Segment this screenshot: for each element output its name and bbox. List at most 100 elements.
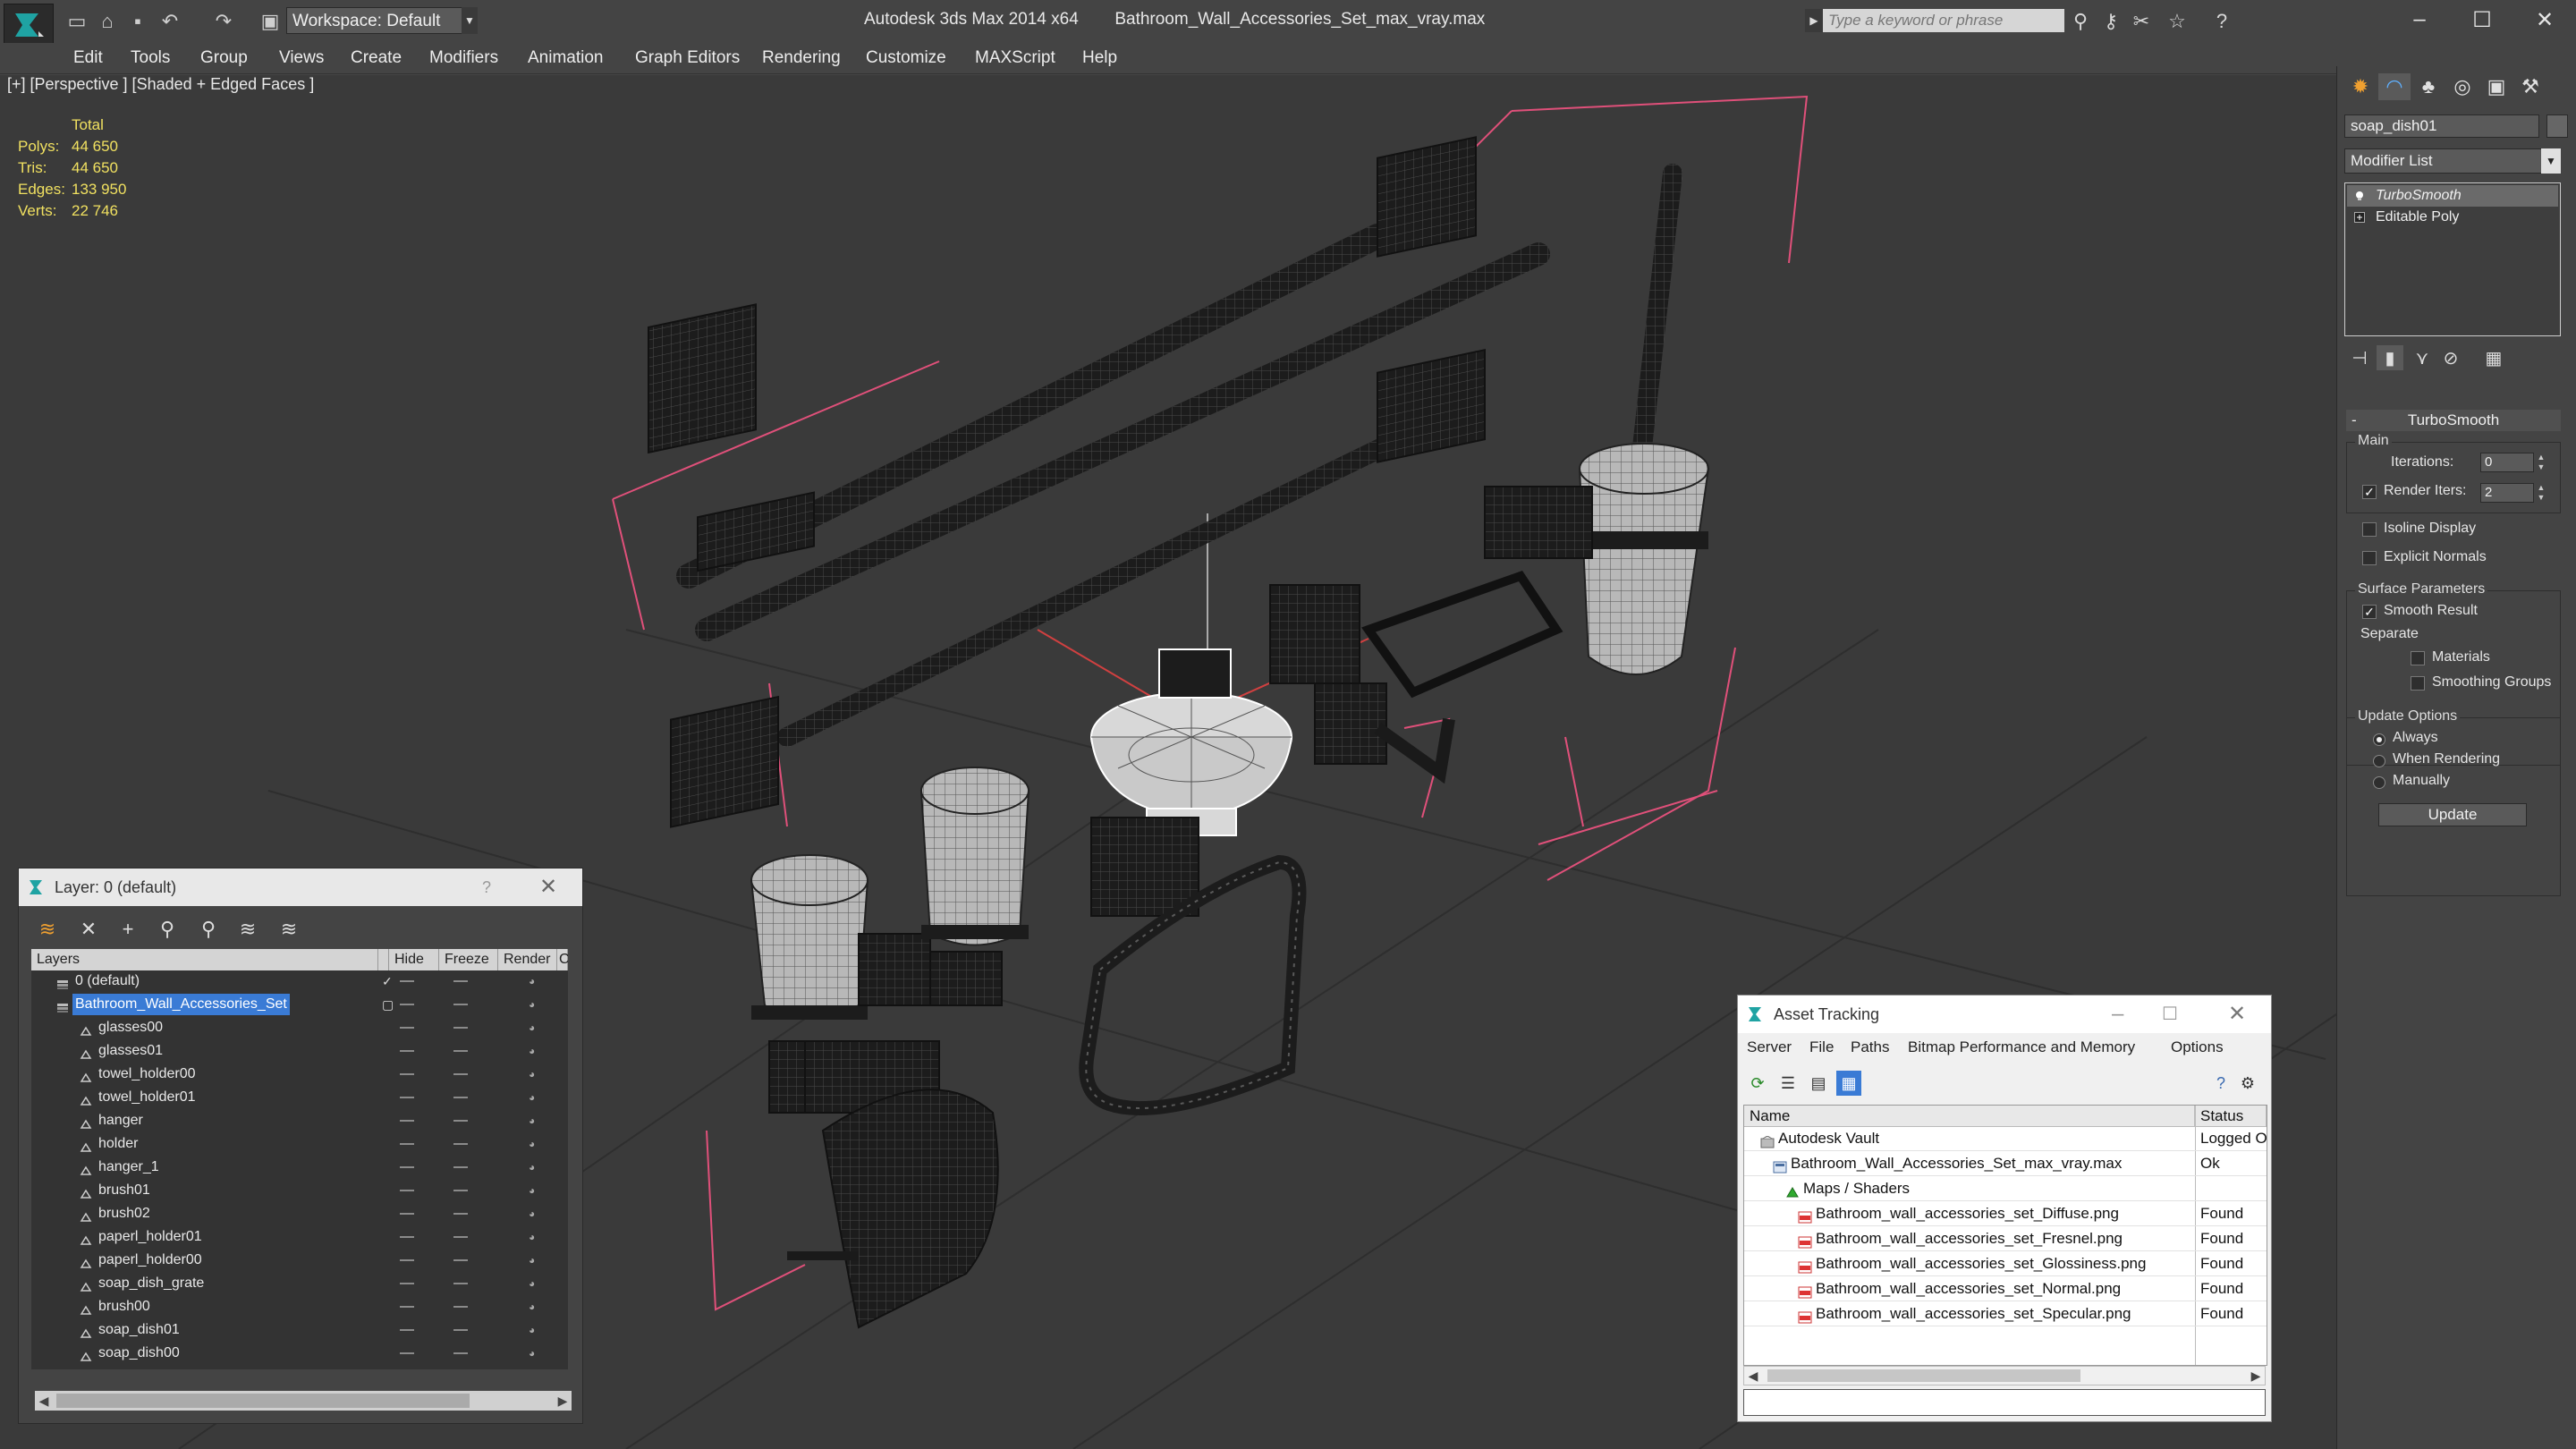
scroll-thumb[interactable] [1767,1369,2080,1382]
asset-row[interactable]: Bathroom_wall_accessories_set_Glossiness… [1744,1252,2267,1276]
current-layer-check-icon[interactable]: ✓ [382,970,393,992]
utilities-tab-icon[interactable]: ⚒ [2514,73,2546,100]
stack-item-turbosmooth[interactable]: TurboSmooth [2347,185,2558,207]
spinner-arrows-icon[interactable]: ▲ ▼ [2536,483,2546,503]
hide-toggle[interactable] [400,1004,414,1005]
layer-row[interactable]: Bathroom_Wall_Accessories_Set ▢ ◕ [31,994,568,1015]
create-tab-icon[interactable]: ✹ [2344,73,2377,100]
chevron-down-icon[interactable]: ▼ [462,7,478,34]
render-teapot-icon[interactable]: ◕ [529,1277,543,1290]
thumbnail-view-icon[interactable]: ▤ [1806,1071,1831,1096]
hide-toggle[interactable] [400,1097,414,1098]
create-layer-icon[interactable]: ≋ [33,915,62,944]
freeze-toggle[interactable] [453,1236,468,1238]
layer-object-row[interactable]: soap_dish_grate ◕ [31,1273,568,1294]
hide-toggle[interactable] [400,1143,414,1145]
add-to-layer-icon[interactable]: + [114,915,142,944]
layer-row[interactable]: 0 (default) ✓ ◕ [31,970,568,992]
table-view-icon[interactable]: ▦ [1836,1071,1861,1096]
asset-row[interactable]: Bathroom_wall_accessories_set_Diffuse.pn… [1744,1202,2267,1226]
scroll-right-icon[interactable]: ▶ [2247,1367,2265,1385]
save-file-icon[interactable]: ▪ [125,9,150,34]
tools-icon[interactable]: ✂ [2129,9,2154,34]
hide-toggle[interactable] [400,1306,414,1308]
object-color-swatch[interactable] [2546,114,2568,138]
asset-row[interactable]: Bathroom_Wall_Accessories_Set_max_vray.m… [1744,1152,2267,1176]
settings-icon[interactable]: ⚙ [2235,1071,2260,1096]
column-header-status[interactable]: Status [2195,1106,2267,1127]
layer-object-row[interactable]: hooks◕ [31,1366,568,1369]
render-teapot-icon[interactable]: ◕ [529,1324,543,1336]
hide-all-layers-icon[interactable]: ≋ [233,915,262,944]
materials-checkbox[interactable] [2411,651,2425,665]
update-button[interactable]: Update [2378,803,2527,826]
scroll-thumb[interactable] [56,1394,470,1408]
menu-tools[interactable]: Tools [131,43,170,73]
hide-toggle[interactable] [400,1236,414,1238]
binoculars-icon[interactable]: ⚲ [2068,9,2093,34]
remove-modifier-icon[interactable]: ⊘ [2437,345,2464,370]
layer-object-row[interactable]: paperl_holder01 ◕ [31,1226,568,1248]
freeze-toggle[interactable] [453,1120,468,1122]
freeze-toggle[interactable] [453,1259,468,1261]
hide-toggle[interactable] [400,1050,414,1052]
render-teapot-icon[interactable]: ◕ [529,1021,543,1034]
update-when-rendering-radio[interactable] [2373,755,2385,767]
smooth-result-checkbox[interactable]: ✓ [2362,605,2377,619]
menu-bitmap-performance[interactable]: Bitmap Performance and Memory [1908,1038,2135,1056]
dialog-titlebar[interactable]: Asset Tracking – ☐ ✕ [1738,996,2271,1033]
asset-row[interactable]: Bathroom_wall_accessories_set_Fresnel.pn… [1744,1227,2267,1251]
hide-toggle[interactable] [400,1259,414,1261]
minimize-button[interactable]: – [2388,0,2451,39]
update-always-radio[interactable] [2373,733,2385,746]
close-button[interactable]: ✕ [2513,0,2576,39]
column-header-render[interactable]: Render [498,949,557,970]
horizontal-scrollbar[interactable]: ◀ ▶ [35,1391,572,1411]
refresh-icon[interactable]: ⟳ [1745,1071,1770,1096]
project-folder-icon[interactable]: ▣ [258,9,283,34]
minimize-icon[interactable]: – [2112,996,2123,1033]
render-teapot-icon[interactable]: ◕ [529,1161,543,1174]
render-teapot-icon[interactable]: ◕ [529,998,543,1011]
hide-toggle[interactable] [400,1329,414,1331]
layer-object-row[interactable]: towel_holder00 ◕ [31,1063,568,1085]
viewport-label[interactable]: [+] [Perspective ] [Shaded + Edged Faces… [7,75,314,94]
render-iters-spinner[interactable]: 2 [2480,483,2534,503]
hierarchy-tab-icon[interactable]: ♣ [2412,73,2445,100]
redo-icon[interactable]: ↷ [211,9,236,34]
update-manually-radio[interactable] [2373,776,2385,789]
hide-toggle[interactable] [400,1283,414,1284]
menu-animation[interactable]: Animation [528,43,604,73]
menu-server[interactable]: Server [1747,1038,1792,1056]
column-header-color[interactable]: C [557,949,568,970]
search-input[interactable]: Type a keyword or phrase [1805,9,2064,32]
menu-options[interactable]: Options [2171,1038,2224,1056]
menu-group[interactable]: Group [200,43,248,73]
freeze-toggle[interactable] [453,1004,468,1005]
column-header-layers[interactable]: Layers [31,949,378,970]
star-icon[interactable]: ☆ [2165,9,2190,34]
layer-object-row[interactable]: brush01 ◕ [31,1180,568,1201]
menu-edit[interactable]: Edit [73,43,103,73]
freeze-toggle[interactable] [453,1283,468,1284]
isoline-display-checkbox[interactable] [2362,522,2377,537]
render-teapot-icon[interactable]: ◕ [529,1301,543,1313]
open-file-icon[interactable]: ⌂ [95,9,120,34]
plus-box-icon[interactable] [2354,212,2365,223]
layer-object-row[interactable]: glasses01 ◕ [31,1040,568,1062]
new-file-icon[interactable]: ▭ [64,9,89,34]
column-header-name[interactable]: Name [1744,1106,2195,1127]
help-icon[interactable]: ? [2208,1071,2233,1096]
render-teapot-icon[interactable]: ◕ [529,1231,543,1243]
freeze-toggle[interactable] [453,1306,468,1308]
layer-object-row[interactable]: paperl_holder00 ◕ [31,1250,568,1271]
hide-toggle[interactable] [400,1120,414,1122]
hide-toggle[interactable] [400,1166,414,1168]
freeze-toggle[interactable] [453,1050,468,1052]
layer-object-row[interactable]: brush00 ◕ [31,1296,568,1318]
make-unique-icon[interactable]: ⋎ [2409,345,2436,370]
display-tab-icon[interactable]: ▣ [2480,73,2512,100]
show-end-result-icon[interactable]: ▮ [2377,345,2403,370]
asset-row[interactable]: Bathroom_wall_accessories_set_Normal.png… [1744,1277,2267,1301]
menu-customize[interactable]: Customize [866,43,946,73]
